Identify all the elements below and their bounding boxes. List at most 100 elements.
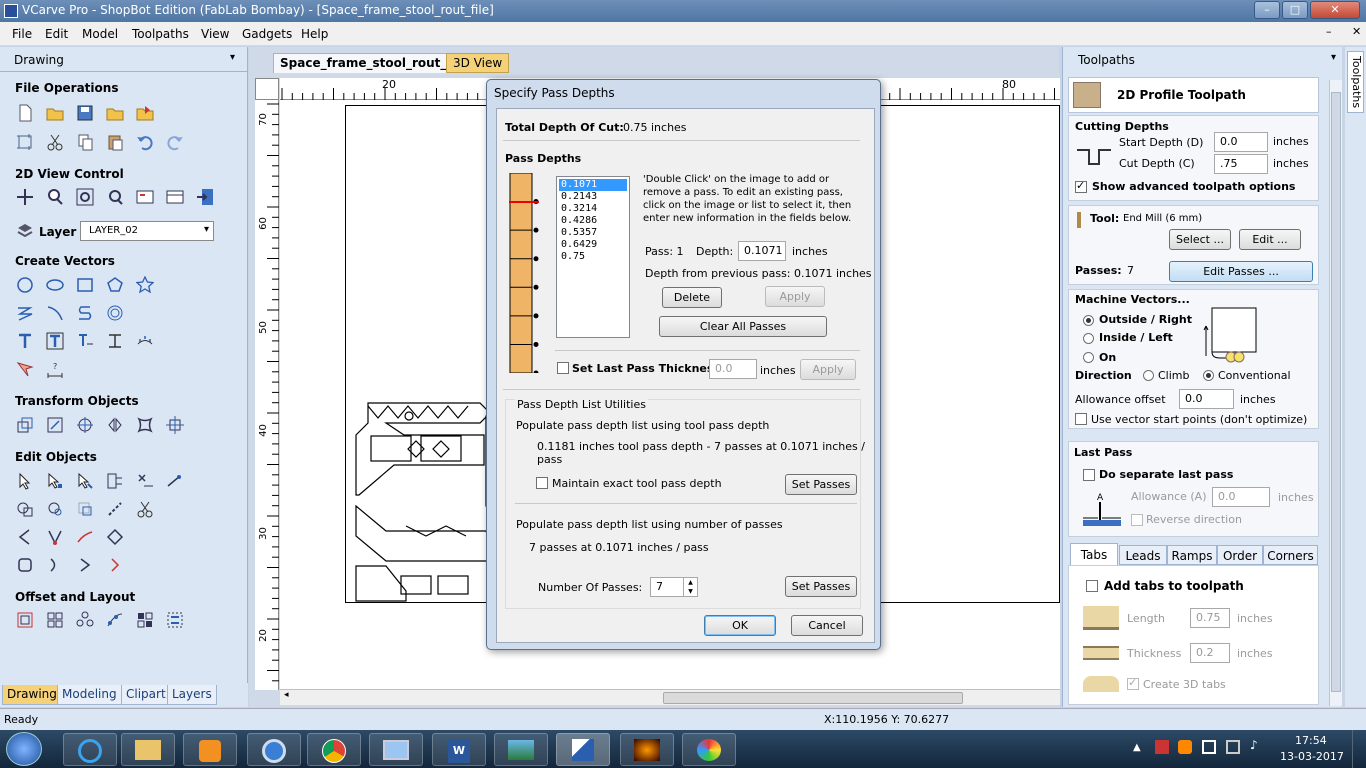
- switch-view-icon[interactable]: [195, 187, 215, 207]
- interactive-trim-icon[interactable]: [105, 471, 125, 491]
- circular-array-icon[interactable]: [75, 610, 95, 630]
- tab-layers[interactable]: Layers: [167, 685, 217, 705]
- taskbar-paint-icon[interactable]: [682, 733, 736, 766]
- auto-layout-text-icon[interactable]: [75, 331, 95, 351]
- offset-icon[interactable]: [15, 610, 35, 630]
- import-bitmap-icon[interactable]: [135, 103, 155, 123]
- zoom-icon[interactable]: [45, 187, 65, 207]
- undo-icon[interactable]: [135, 132, 155, 152]
- trace-bitmap-icon[interactable]: [15, 359, 35, 379]
- volume-icon[interactable]: ♪: [1250, 738, 1258, 752]
- taskbar-media-icon[interactable]: [183, 733, 237, 766]
- node-smooth-icon[interactable]: [45, 527, 65, 547]
- mdi-close-icon[interactable]: ✕: [1352, 25, 1361, 38]
- move-icon[interactable]: [15, 415, 35, 435]
- reverse-direction-checkbox[interactable]: [1131, 514, 1143, 526]
- list-item[interactable]: 0.5357: [557, 227, 629, 239]
- tab-modeling[interactable]: Modeling: [57, 685, 122, 705]
- tab-order[interactable]: Order: [1217, 545, 1263, 565]
- create-fillet-icon[interactable]: [135, 471, 155, 491]
- offset-boundary-icon[interactable]: [15, 555, 35, 575]
- drawing-window-icon[interactable]: [165, 187, 185, 207]
- distort-icon[interactable]: [135, 415, 155, 435]
- draw-arc-icon[interactable]: [45, 303, 65, 323]
- display-icon[interactable]: [1226, 740, 1240, 754]
- taskbar-word-icon[interactable]: W: [432, 733, 486, 766]
- passes-spinner-icon[interactable]: ▲ ▼: [683, 578, 697, 596]
- scale-icon[interactable]: [45, 415, 65, 435]
- menu-view[interactable]: View: [201, 27, 229, 41]
- list-item[interactable]: 0.4286: [557, 215, 629, 227]
- maximize-button[interactable]: □: [1282, 1, 1308, 19]
- redo-icon[interactable]: [165, 132, 185, 152]
- list-item[interactable]: 0.1071: [559, 179, 627, 191]
- join-icon[interactable]: [105, 499, 125, 519]
- create-3d-tabs-checkbox[interactable]: [1127, 676, 1139, 690]
- edit-tool-button[interactable]: Edit ...: [1239, 229, 1301, 250]
- align-icon[interactable]: [165, 415, 185, 435]
- inside-left-radio[interactable]: [1083, 333, 1094, 344]
- tab-ramps[interactable]: Ramps: [1167, 545, 1217, 565]
- transform-select-icon[interactable]: [75, 471, 95, 491]
- menu-help[interactable]: Help: [301, 27, 328, 41]
- job-setup-icon[interactable]: [15, 132, 35, 152]
- copy-along-vector-icon[interactable]: [105, 610, 125, 630]
- menu-gadgets[interactable]: Gadgets: [242, 27, 292, 41]
- import-vectors-icon[interactable]: [105, 103, 125, 123]
- cut-icon[interactable]: [45, 132, 65, 152]
- taskbar-ie-icon[interactable]: [63, 733, 117, 766]
- draw-spiral-icon[interactable]: [105, 303, 125, 323]
- length-input[interactable]: 0.75: [1190, 608, 1230, 628]
- ok-button[interactable]: OK: [704, 615, 776, 636]
- reverse-curve-icon[interactable]: [75, 555, 95, 575]
- scroll-thumb[interactable]: [1331, 92, 1341, 692]
- start-button[interactable]: [6, 732, 42, 766]
- scissors-icon[interactable]: [135, 499, 155, 519]
- menu-edit[interactable]: Edit: [45, 27, 68, 41]
- tab-corners[interactable]: Corners: [1263, 545, 1318, 565]
- minimize-button[interactable]: –: [1254, 1, 1280, 19]
- paste-icon[interactable]: [105, 132, 125, 152]
- rotate-icon[interactable]: [75, 415, 95, 435]
- show-advanced-checkbox[interactable]: [1075, 179, 1087, 193]
- draw-curve-icon[interactable]: [75, 303, 95, 323]
- tab-leads[interactable]: Leads: [1119, 545, 1167, 565]
- tab-3d-view[interactable]: 3D View: [446, 53, 510, 73]
- add-tabs-checkbox[interactable]: [1086, 580, 1098, 592]
- text-on-curve-icon[interactable]: [45, 331, 65, 351]
- menu-toolpaths[interactable]: Toolpaths: [132, 27, 189, 41]
- pass-depth-graphic[interactable]: [509, 172, 541, 376]
- app-tray-icon[interactable]: [1178, 740, 1192, 754]
- close-button[interactable]: ✕: [1310, 1, 1360, 19]
- smooth-curve-icon[interactable]: [45, 555, 65, 575]
- select-tool-button[interactable]: Select ...: [1169, 229, 1231, 250]
- measure-icon[interactable]: [165, 471, 185, 491]
- step-repeat-icon[interactable]: [135, 610, 155, 630]
- depth-input[interactable]: 0.1071: [738, 241, 786, 261]
- draw-ellipse-icon[interactable]: [45, 275, 65, 295]
- split-curve-icon[interactable]: [105, 555, 125, 575]
- delete-button[interactable]: Delete: [662, 287, 722, 308]
- text-arc-icon[interactable]: [105, 331, 125, 351]
- weld-icon[interactable]: [15, 499, 35, 519]
- mdi-minimize-icon[interactable]: –: [1326, 25, 1332, 38]
- edit-passes-button[interactable]: Edit Passes ...: [1169, 261, 1313, 282]
- subtract-icon[interactable]: [45, 499, 65, 519]
- view-mode-icon[interactable]: [135, 187, 155, 207]
- pass-depth-list[interactable]: 0.1071 0.2143 0.3214 0.4286 0.5357 0.642…: [556, 176, 630, 338]
- scroll-thumb[interactable]: [663, 692, 963, 704]
- draw-rectangle-icon[interactable]: [75, 275, 95, 295]
- outside-right-radio[interactable]: [1083, 315, 1094, 326]
- zoom-extents-icon[interactable]: [75, 187, 95, 207]
- horizontal-scrollbar[interactable]: ◂: [280, 689, 1060, 705]
- scroll-left-icon[interactable]: ◂: [284, 690, 289, 700]
- taskbar-chrome-icon[interactable]: [307, 733, 361, 766]
- flag-icon[interactable]: [1155, 740, 1169, 754]
- tab-document[interactable]: Space_frame_stool_rout_file: [273, 53, 475, 73]
- maintain-exact-checkbox[interactable]: [536, 477, 548, 489]
- taskbar-vcarve-icon[interactable]: [556, 733, 610, 766]
- close-vector-icon[interactable]: [105, 527, 125, 547]
- extend-icon[interactable]: [75, 527, 95, 547]
- nesting-icon[interactable]: [165, 610, 185, 630]
- list-item[interactable]: 0.2143: [557, 191, 629, 203]
